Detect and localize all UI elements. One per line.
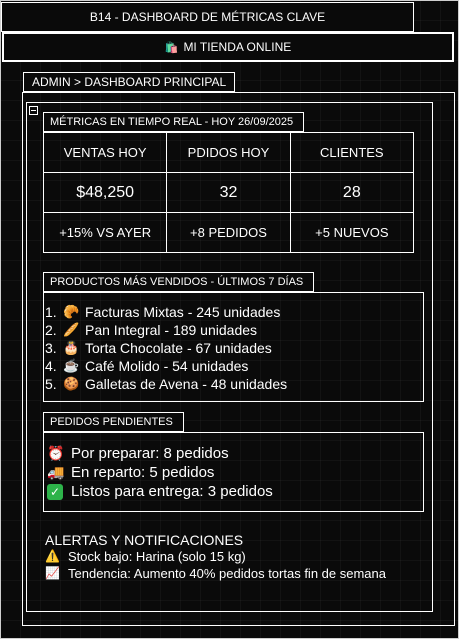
- list-item-number: 2.: [45, 322, 57, 338]
- list-item: ⏰ Por preparar: 8 pedidos: [47, 444, 273, 463]
- list-item: 2. 🥖 Pan Integral - 189 unidades: [45, 321, 287, 339]
- breadcrumb[interactable]: ADMIN > DASHBOARD PRINCIPAL: [23, 72, 235, 92]
- alert-item: ⚠️ Stock bajo: Harina (solo 15 kg): [45, 548, 386, 565]
- alert-item: 📈 Tendencia: Aumento 40% pedidos tortas …: [45, 565, 386, 582]
- list-item: 4. ☕ Café Molido - 54 unidades: [45, 357, 287, 375]
- bread-icon: 🥖: [63, 322, 80, 337]
- window-title: B14 - DASHBOARD DE MÉTRICAS CLAVE: [89, 10, 326, 24]
- top-products-list: 1. 🥐 Facturas Mixtas - 245 unidades 2. 🥖…: [45, 303, 287, 393]
- list-item-text: Pan Integral - 189 unidades: [85, 322, 258, 338]
- alerts-section: ALERTAS Y NOTIFICACIONES ⚠️ Stock bajo: …: [45, 532, 386, 582]
- cake-icon: 🎂: [63, 340, 80, 355]
- metric-value-orders: 32: [166, 172, 291, 213]
- alert-text: Stock bajo: Harina (solo 15 kg): [68, 549, 246, 564]
- list-item: 3. 🎂 Torta Chocolate - 67 unidades: [45, 339, 287, 357]
- trend-chart-icon: 📈: [45, 566, 60, 580]
- list-item-number: 1.: [45, 304, 57, 320]
- list-item: 1. 🥐 Facturas Mixtas - 245 unidades: [45, 303, 287, 321]
- window-title-tab[interactable]: B14 - DASHBOARD DE MÉTRICAS CLAVE: [1, 2, 414, 32]
- products-section-label: PRODUCTOS MÁS VENDIDOS - ÚLTIMOS 7 DÍAS: [43, 272, 314, 292]
- list-item-text: Galletas de Avena - 48 unidades: [85, 376, 288, 392]
- store-header: 🛍️ MI TIENDA ONLINE: [2, 32, 454, 62]
- check-icon: ✓: [47, 483, 63, 500]
- shopping-bags-icon: 🛍️: [164, 41, 179, 54]
- store-name: MI TIENDA ONLINE: [183, 40, 292, 54]
- metric-delta-orders: +8 PEDIDOS: [166, 212, 291, 253]
- list-item-text: En reparto: 5 pedidos: [71, 464, 215, 481]
- list-item-text: Por preparar: 8 pedidos: [71, 445, 229, 462]
- list-item-number: 5.: [45, 376, 57, 392]
- list-item: ✓ Listos para entrega: 3 pedidos: [47, 482, 273, 501]
- metric-header-clients: CLIENTES: [289, 132, 415, 173]
- alert-text: Tendencia: Aumento 40% pedidos tortas fi…: [68, 566, 386, 581]
- list-item: 🚚 En reparto: 5 pedidos: [47, 463, 273, 482]
- metric-header-sales: VENTAS HOY: [42, 132, 168, 173]
- list-item-text: Listos para entrega: 3 pedidos: [71, 483, 273, 500]
- list-item-number: 3.: [45, 340, 57, 356]
- metrics-section-label: MÉTRICAS EN TIEMPO REAL - HOY 26/09/2025: [43, 112, 304, 132]
- list-item-text: Torta Chocolate - 67 unidades: [85, 340, 272, 356]
- cookie-icon: 🍪: [63, 376, 80, 391]
- metric-value-clients: 28: [289, 172, 415, 213]
- list-item-text: Café Molido - 54 unidades: [85, 358, 249, 374]
- coffee-icon: ☕: [63, 358, 80, 373]
- metric-header-orders: PDIDOS HOY: [166, 132, 291, 173]
- pending-orders-list: ⏰ Por preparar: 8 pedidos 🚚 En reparto: …: [47, 444, 273, 501]
- delivery-truck-icon: 🚚: [47, 464, 65, 480]
- list-item: 5. 🍪 Galletas de Avena - 48 unidades: [45, 375, 287, 393]
- croissant-icon: 🥐: [63, 304, 80, 319]
- alerts-title: ALERTAS Y NOTIFICACIONES: [45, 532, 244, 548]
- collapse-toggle-icon[interactable]: [29, 106, 38, 115]
- products-section-title: PRODUCTOS MÁS VENDIDOS - ÚLTIMOS 7 DÍAS: [50, 276, 304, 288]
- alarm-clock-icon: ⏰: [47, 445, 65, 461]
- list-item-number: 4.: [45, 358, 57, 374]
- pending-section-label: PEDIDOS PENDIENTES: [43, 412, 184, 432]
- breadcrumb-text: ADMIN > DASHBOARD PRINCIPAL: [32, 75, 227, 89]
- metrics-section-title: MÉTRICAS EN TIEMPO REAL - HOY 26/09/2025: [50, 116, 294, 128]
- pending-section-title: PEDIDOS PENDIENTES: [50, 416, 173, 428]
- metrics-table: VENTAS HOY PDIDOS HOY CLIENTES $48,250 3…: [42, 132, 415, 253]
- metric-delta-clients: +5 NUEVOS: [289, 212, 415, 253]
- list-item-text: Facturas Mixtas - 245 unidades: [85, 304, 281, 320]
- metric-delta-sales: +15% VS AYER: [42, 212, 168, 253]
- metric-value-sales: $48,250: [42, 172, 168, 213]
- warning-icon: ⚠️: [45, 549, 60, 563]
